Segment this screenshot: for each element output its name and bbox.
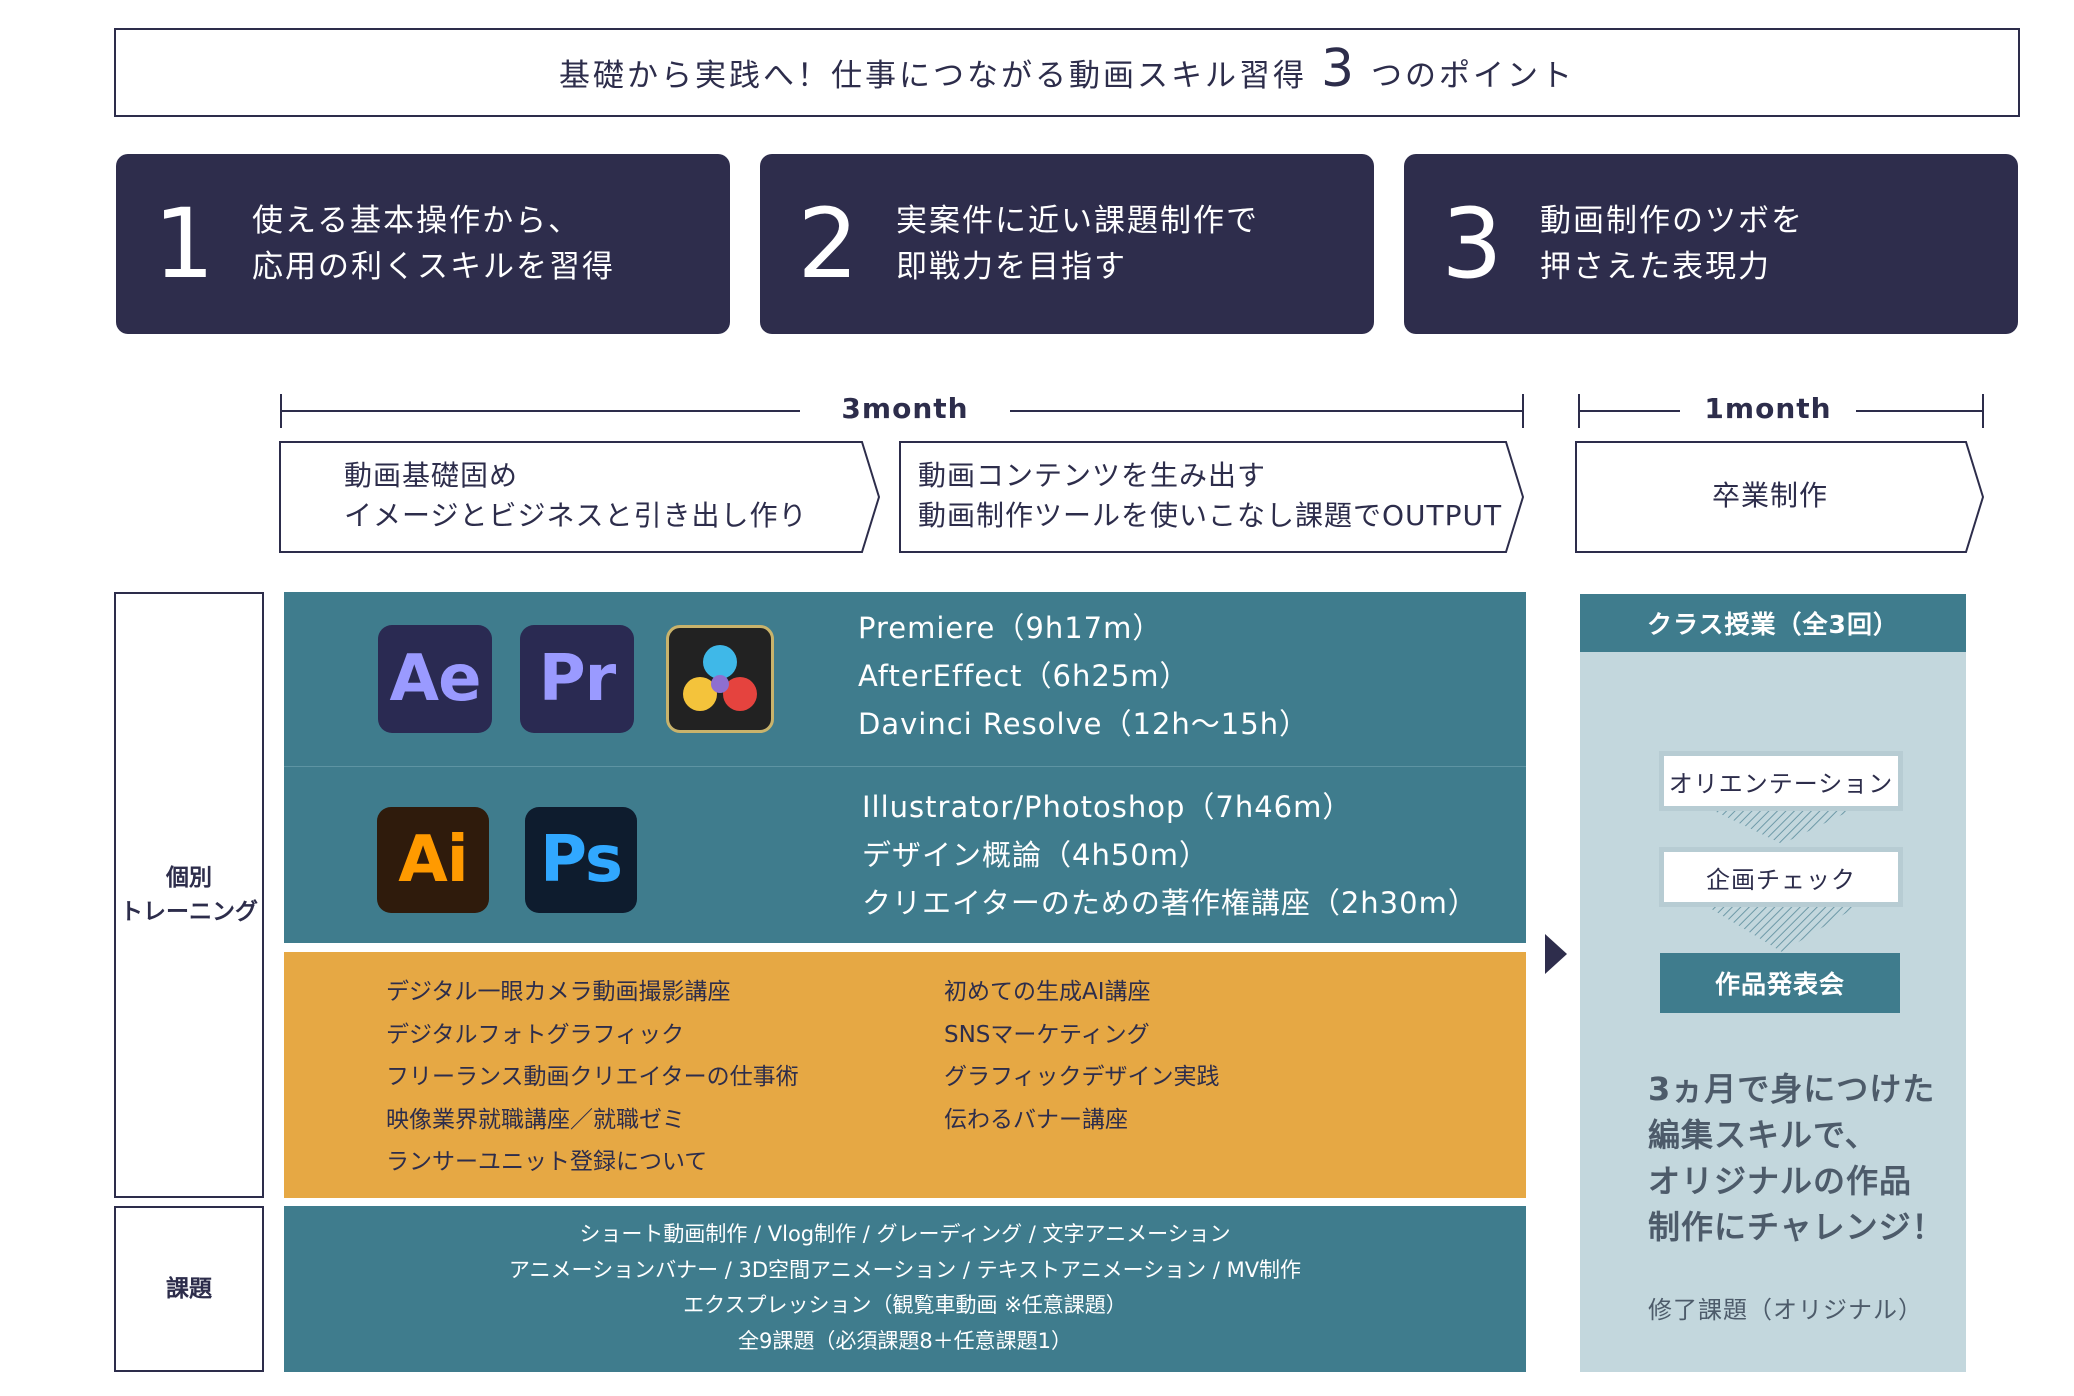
message-line: 制作にチャレンジ！ [1648,1208,1945,1246]
extra-course-item: グラフィックデザイン実践 [944,1064,1220,1090]
duration-1month: 1month [1704,392,1832,425]
point-card-3: 3 動画制作のツボを 押さえた表現力 [1404,154,2018,334]
step-presentation: 作品発表会 [1660,953,1900,1013]
point-number: 2 [797,188,859,300]
header-title-after: つのポイント [1371,58,1576,94]
course-item: AfterEffect（6h25m） [858,659,1190,693]
course-item: Premiere（9h17m） [858,611,1163,645]
class-sessions-title: クラス授業（全3回） [1580,594,1966,652]
phase-line: 動画制作ツールを使いこなし課題でOUTPUT [918,499,1503,532]
video-course-list: Premiere（9h17m） AfterEffect（6h25m） Davin… [858,604,1309,748]
point-line: 動画制作のツボを [1540,203,1804,239]
next-arrow-icon [1545,934,1567,974]
point-number: 3 [1441,188,1503,300]
extra-course-item: SNSマーケティング [944,1021,1150,1048]
label-line: 課題 [166,1276,212,1302]
message-line: 3ヵ月で身につけた [1648,1070,1936,1108]
course-item: デザイン概論（4h50m） [862,838,1209,872]
message-line: オリジナルの作品 [1648,1162,1913,1200]
step-plan-check: 企画チェック [1664,852,1898,902]
premiere-icon: Pr [520,625,634,733]
assignment-line: エクスプレッション（観覧車動画 ※任意課題） [683,1293,1127,1317]
assignments-panel: ショート動画制作 / Vlog制作 / グレーディング / 文字アニメーション … [284,1206,1526,1372]
phase-line: 動画基礎固め [344,459,519,492]
label-line: トレーニング [120,899,258,925]
assignment-line: 全9課題（必須課題8＋任意課題1） [737,1328,1073,1353]
step-orientation: オリエンテーション [1664,756,1898,806]
assignment-line: ショート動画制作 / Vlog制作 / グレーディング / 文字アニメーション [579,1222,1231,1246]
phase-box-2: 動画コンテンツを生み出す 動画制作ツールを使いこなし課題でOUTPUT [898,440,1526,554]
course-item: Illustrator/Photoshop（7h46m） [862,790,1353,824]
timeline-line [1578,410,1680,412]
header-title-before: 基礎から実践へ！仕事につながる動画スキル習得 [558,58,1307,94]
page-header: 基礎から実践へ！仕事につながる動画スキル習得 3 つのポイント [114,28,2020,117]
class-message: 3ヵ月で身につけた 編集スキルで、 オリジナルの作品 制作にチャレンジ！ [1648,1066,1948,1250]
extra-course-item: 初めての生成AI講座 [944,979,1151,1005]
davinci-resolve-icon [666,625,774,733]
extra-course-item: ランサーユニット登録について [386,1149,708,1175]
extra-course-item: 伝わるバナー講座 [944,1106,1128,1133]
point-line: 即戦力を目指す [896,249,1127,285]
point-line: 押さえた表現力 [1540,249,1771,285]
point-number: 1 [153,188,215,300]
phase-box-3: 卒業制作 [1574,440,1986,554]
extra-course-list-left: デジタル一眼カメラ動画撮影講座 デジタルフォトグラフィック フリーランス動画クリ… [386,971,799,1184]
extra-course-item: デジタルフォトグラフィック [386,1021,685,1048]
design-apps-panel: Ai Ps Illustrator/Photoshop（7h46m） デザイン概… [284,767,1526,943]
point-text: 動画制作のツボを 押さえた表現力 [1540,198,1804,290]
phase-line: イメージとビジネスと引き出し作り [344,499,808,532]
after-effects-icon: Ae [378,625,492,733]
timeline-line [1856,410,1984,412]
point-card-2: 2 実案件に近い課題制作で 即戦力を目指す [760,154,1374,334]
design-course-list: Illustrator/Photoshop（7h46m） デザイン概論（4h50… [862,783,1478,927]
point-line: 使える基本操作から、 [252,203,582,239]
point-text: 使える基本操作から、 応用の利くスキルを習得 [252,198,615,290]
phase-box-1: 動画基礎固め イメージとビジネスと引き出し作り [278,440,882,554]
extra-course-item: 映像業界就職講座／就職ゼミ [386,1106,685,1133]
video-apps-panel: Ae Pr Premiere（9h17m） AfterEffect（6h25m）… [284,592,1526,766]
course-item: Davinci Resolve（12h〜15h） [858,707,1310,741]
timeline-line [280,410,800,412]
point-line: 実案件に近い課題制作で [896,203,1259,239]
course-item: クリエイターのための著作権講座（2h30m） [862,886,1478,920]
duration-3month: 3month [841,392,969,425]
timeline-tick [1522,394,1524,428]
individual-training-label: 個別 トレーニング [114,592,264,1198]
photoshop-icon: Ps [525,807,637,913]
extra-course-list-right: 初めての生成AI講座 SNSマーケティング グラフィックデザイン実践 伝わるバナ… [944,971,1220,1141]
timeline-line [1010,410,1524,412]
extra-course-item: デジタル一眼カメラ動画撮影講座 [386,979,731,1005]
label-line: 個別 [166,865,212,891]
message-line: 編集スキルで、 [1648,1116,1878,1154]
assignment-line: アニメーションバナー / 3D空間アニメーション / テキストアニメーション /… [508,1257,1302,1282]
header-title-number: 3 [1320,38,1358,99]
point-line: 応用の利くスキルを習得 [252,249,615,285]
phase-line: 卒業制作 [1711,479,1828,512]
assignments-label: 課題 [114,1206,264,1372]
extra-courses-panel: デジタル一眼カメラ動画撮影講座 デジタルフォトグラフィック フリーランス動画クリ… [284,952,1526,1198]
final-assignment-note: 修了課題（オリジナル） [1648,1296,1923,1324]
point-text: 実案件に近い課題制作で 即戦力を目指す [896,198,1259,290]
point-card-1: 1 使える基本操作から、 応用の利くスキルを習得 [116,154,730,334]
phase-line: 動画コンテンツを生み出す [918,459,1267,492]
illustrator-icon: Ai [377,807,489,913]
extra-course-item: フリーランス動画クリエイターの仕事術 [386,1064,799,1090]
timeline-tick [1982,394,1984,428]
